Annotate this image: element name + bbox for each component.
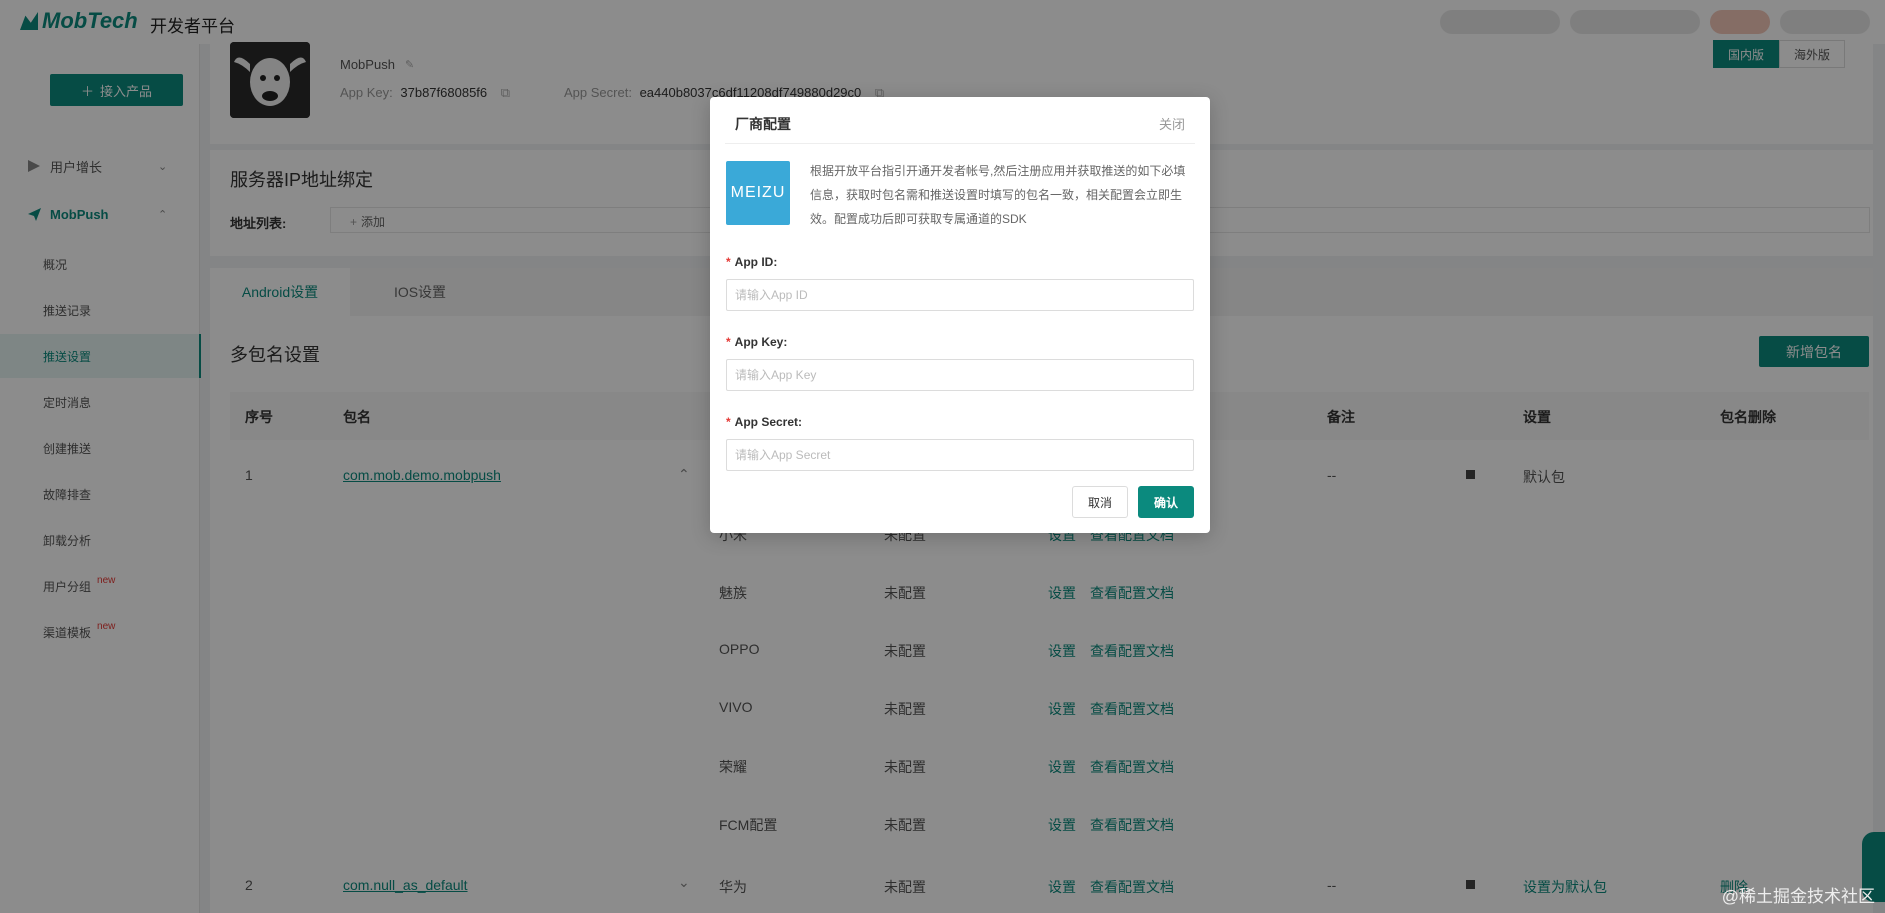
dialog-description: 根据开放平台指引开通开发者帐号,然后注册应用并获取推送的如下必填信息，获取时包名…	[810, 164, 1186, 226]
dialog-title: 厂商配置	[735, 116, 791, 132]
required-mark: *	[726, 415, 731, 429]
app-secret-label: * App Secret:	[726, 415, 802, 429]
app-key-label: * App Key:	[726, 335, 787, 349]
confirm-button[interactable]: 确认	[1138, 486, 1194, 518]
cancel-button[interactable]: 取消	[1072, 486, 1128, 518]
app-key-label-text: App Key:	[734, 335, 788, 349]
required-mark: *	[726, 335, 731, 349]
app-id-label: * App ID:	[726, 255, 777, 269]
dialog-divider	[725, 143, 1195, 144]
vendor-config-dialog: 厂商配置 关闭 MEIZU 根据开放平台指引开通开发者帐号,然后注册应用并获取推…	[710, 97, 1210, 533]
app-secret-label-text: App Secret:	[734, 415, 803, 429]
app-secret-input[interactable]	[726, 439, 1194, 471]
watermark: @稀土掘金技术社区	[1721, 887, 1875, 906]
app-key-input[interactable]	[726, 359, 1194, 391]
app-id-input[interactable]	[726, 279, 1194, 311]
required-mark: *	[726, 255, 731, 269]
dialog-close-button[interactable]: 关闭	[1159, 114, 1185, 133]
meizu-logo: MEIZU	[726, 161, 790, 225]
app-id-label-text: App ID:	[734, 255, 778, 269]
